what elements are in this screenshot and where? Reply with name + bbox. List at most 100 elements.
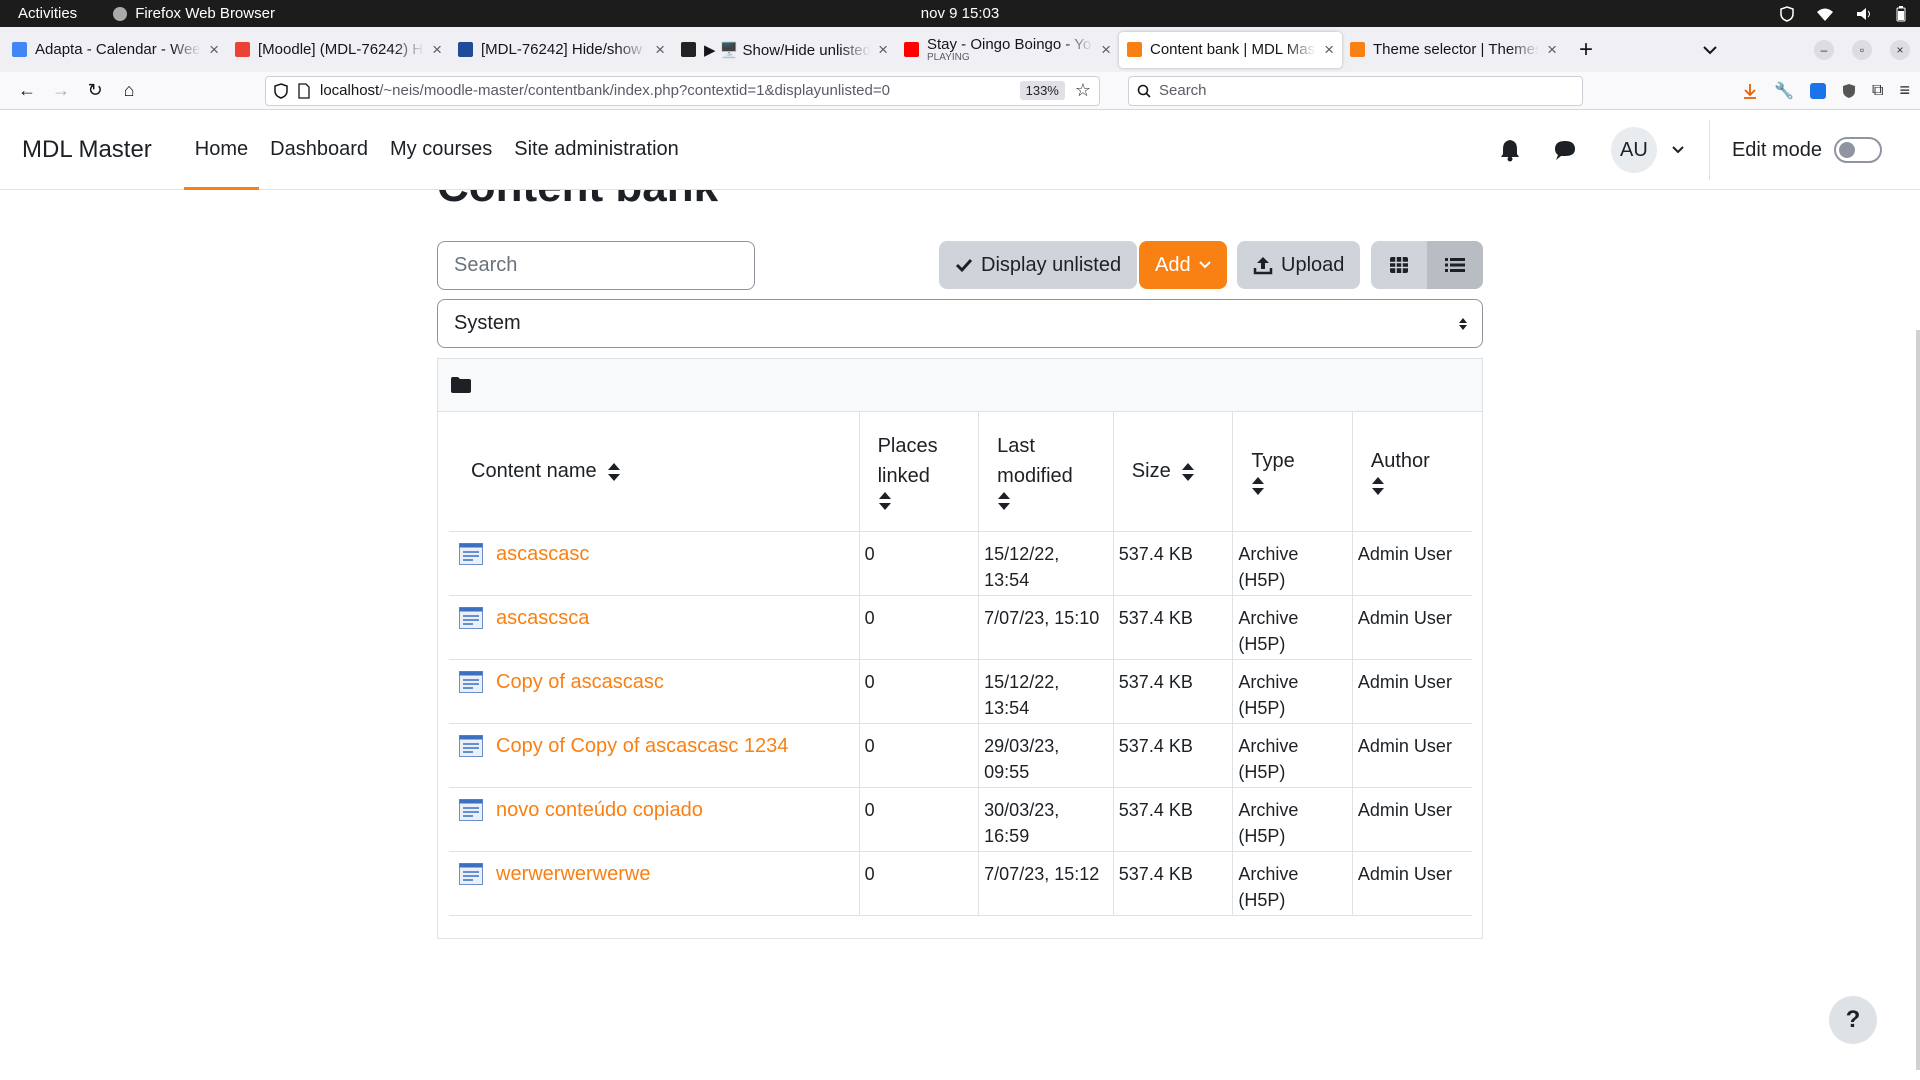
nav-my-courses[interactable]: My courses [379, 110, 503, 190]
content-name-link[interactable]: ascascasc [496, 541, 589, 567]
close-tab-icon[interactable]: × [1101, 40, 1111, 60]
breadcrumb-bar [438, 359, 1482, 412]
close-tab-icon[interactable]: × [432, 40, 442, 60]
sort-icon[interactable] [1371, 476, 1385, 496]
activities-button[interactable]: Activities [0, 5, 95, 22]
extensions-puzzle-icon[interactable]: ⧉ [1872, 82, 1883, 100]
type-cell: Archive (H5P) [1232, 723, 1353, 788]
forward-arrow-icon[interactable]: → [44, 76, 78, 106]
url-text[interactable]: localhost/~neis/moodle-master/contentban… [320, 82, 1010, 99]
content-name-link[interactable]: Copy of Copy of ascascasc 1234 [496, 733, 788, 759]
column-header-author[interactable]: Author [1351, 412, 1472, 532]
browser-tab-active[interactable]: Content bank | MDL Mast × [1119, 31, 1342, 68]
h5p-file-icon [459, 542, 483, 565]
page-scrollbar[interactable] [1916, 330, 1920, 1070]
messages-chat-icon[interactable] [1553, 139, 1577, 161]
browser-tab[interactable]: [Moodle] (MDL-76242) Hide × [227, 32, 450, 68]
app-name: Firefox Web Browser [135, 5, 275, 22]
close-tab-icon[interactable]: × [1324, 40, 1334, 60]
browser-tab[interactable]: [MDL-76242] Hide/show c × [450, 32, 673, 68]
sort-icon[interactable] [1181, 462, 1195, 482]
add-button[interactable]: Add [1139, 241, 1227, 289]
sort-icon[interactable] [878, 491, 892, 511]
sort-icon[interactable] [1251, 476, 1265, 496]
table-row: Copy of Copy of ascascasc 1234 0 29/03/2… [449, 723, 1472, 788]
zoom-level[interactable]: 133% [1019, 81, 1065, 100]
hamburger-menu-icon[interactable]: ≡ [1899, 80, 1910, 101]
grid-view-button[interactable] [1371, 241, 1427, 289]
sort-icon[interactable] [997, 491, 1011, 511]
site-info-shield-icon[interactable] [274, 82, 288, 99]
type-cell: Archive (H5P) [1232, 595, 1353, 660]
help-button[interactable]: ? [1829, 996, 1877, 1044]
user-menu-chevron-icon[interactable] [1671, 145, 1685, 155]
last-modified-cell: 7/07/23, 15:10 [978, 595, 1114, 660]
display-unlisted-button[interactable]: Display unlisted [939, 241, 1138, 289]
column-header-places-linked[interactable]: Places linked [858, 412, 979, 532]
tab-title: Adapta - Calendar - Week [35, 41, 202, 58]
home-icon[interactable]: ⌂ [112, 76, 146, 106]
column-header-last-modified[interactable]: Last modified [978, 412, 1114, 532]
edit-mode-toggle[interactable] [1834, 137, 1882, 163]
folder-icon[interactable] [450, 376, 472, 394]
places-linked-cell: 0 [858, 595, 979, 660]
browser-tab[interactable]: Stay - Oingo Boingo - You PLAYING × [896, 32, 1119, 68]
nav-home[interactable]: Home [183, 110, 260, 190]
content-bank-panel: Content name Places linked Last modified… [437, 358, 1483, 939]
table-row: ascascsca 0 7/07/23, 15:10 537.4 KB Arch… [449, 595, 1472, 660]
column-header-type[interactable]: Type [1232, 412, 1353, 532]
last-modified-cell: 15/12/22, 13:54 [978, 659, 1114, 724]
edit-mode-control[interactable]: Edit mode [1732, 137, 1882, 163]
page-title: Content bank [437, 190, 718, 212]
browser-tab[interactable]: Theme selector | Themes × [1342, 32, 1565, 68]
downloads-icon[interactable] [1742, 83, 1758, 99]
bookmark-star-icon[interactable]: ☆ [1075, 80, 1091, 101]
browser-tab[interactable]: Adapta - Calendar - Week × [4, 32, 227, 68]
nav-dashboard[interactable]: Dashboard [259, 110, 379, 190]
notifications-bell-icon[interactable] [1499, 138, 1521, 162]
nav-site-administration[interactable]: Site administration [503, 110, 690, 190]
back-arrow-icon[interactable]: ← [10, 76, 44, 106]
content-name-link[interactable]: novo conteúdo copiado [496, 797, 703, 823]
moodle-navbar: MDL Master Home Dashboard My courses Sit… [0, 110, 1920, 190]
content-name-link[interactable]: werwerwerwerwe [496, 861, 650, 887]
clock[interactable]: nov 9 15:03 [921, 5, 999, 22]
list-view-button[interactable] [1427, 241, 1483, 289]
battery-icon [1896, 5, 1906, 21]
content-name-link[interactable]: Copy of ascascasc [496, 669, 664, 695]
close-tab-icon[interactable]: × [1547, 40, 1557, 60]
wrench-icon[interactable]: 🔧 [1774, 81, 1794, 101]
browser-tab[interactable]: ▶ 🖥️ Show/Hide unlisted × [673, 32, 896, 68]
close-tab-icon[interactable]: × [209, 40, 219, 60]
reload-icon[interactable]: ↻ [78, 76, 112, 106]
list-all-tabs-chevron-icon[interactable] [1702, 45, 1718, 55]
browser-search-bar[interactable]: Search [1128, 75, 1583, 106]
content-name-link[interactable]: ascascsca [496, 605, 589, 631]
context-select[interactable]: System [437, 299, 1483, 348]
edit-mode-label: Edit mode [1731, 138, 1822, 161]
browser-toolbar: ← → ↻ ⌂ localhost/~neis/moodle-master/co… [0, 72, 1920, 110]
column-header-content-name[interactable]: Content name [449, 412, 860, 532]
column-header-size[interactable]: Size [1112, 412, 1233, 532]
system-tray[interactable] [1780, 5, 1906, 22]
upload-button[interactable]: Upload [1237, 241, 1361, 289]
toolbar-extensions: 🔧 ⧉ ≡ [1742, 80, 1910, 101]
search-placeholder: Search [1159, 82, 1207, 99]
new-tab-plus-icon[interactable]: + [1565, 36, 1607, 64]
sort-icon[interactable] [607, 462, 621, 482]
author-cell: Admin User [1351, 787, 1472, 852]
tab-title: [Moodle] (MDL-76242) Hide [258, 41, 424, 58]
address-bar[interactable]: localhost/~neis/moodle-master/contentban… [265, 75, 1100, 106]
close-tab-icon[interactable]: × [878, 40, 888, 60]
extension-badge-icon[interactable] [1810, 82, 1827, 99]
app-menu[interactable]: Firefox Web Browser [95, 5, 275, 22]
tab-playing-label: PLAYING [927, 52, 970, 63]
site-brand[interactable]: MDL Master [22, 136, 152, 164]
content-search-input[interactable] [437, 241, 755, 290]
maximize-icon[interactable]: ▫ [1852, 39, 1872, 60]
close-tab-icon[interactable]: × [655, 40, 665, 60]
close-window-icon[interactable]: × [1890, 39, 1910, 60]
user-avatar[interactable]: AU [1610, 127, 1657, 173]
privacy-shield-icon[interactable] [1842, 83, 1856, 99]
minimize-icon[interactable]: – [1814, 39, 1834, 60]
